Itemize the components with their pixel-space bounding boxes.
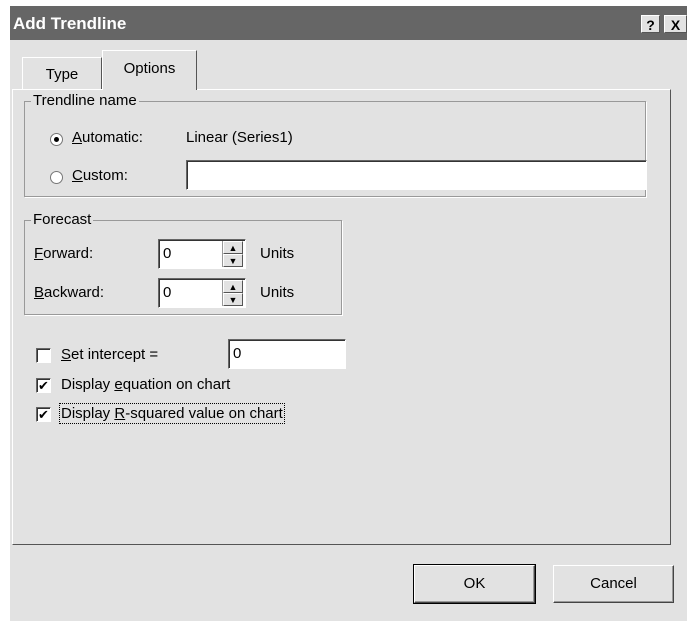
dialog-title: Add Trendline xyxy=(13,14,127,33)
trendline-name-legend: Trendline name xyxy=(31,92,139,109)
backward-units-label: Units xyxy=(260,284,295,301)
display-r-squared-label[interactable]: Display R-squared value on chart xyxy=(59,403,285,424)
automatic-name-value: Linear (Series1) xyxy=(186,129,293,146)
tab-type[interactable]: Type xyxy=(22,57,102,89)
automatic-label[interactable]: Automatic: xyxy=(72,129,143,146)
cancel-button[interactable]: Cancel xyxy=(553,565,674,603)
display-r-squared-checkbox[interactable]: ✔ xyxy=(36,407,51,422)
backward-label: Backward: xyxy=(34,284,105,301)
set-intercept-checkbox[interactable] xyxy=(36,348,51,363)
spin-up-icon[interactable]: ▲ xyxy=(223,280,243,293)
set-intercept-label[interactable]: Set intercept = xyxy=(61,346,158,363)
title-bar[interactable]: Add Trendline ? X xyxy=(10,6,687,40)
forecast-legend: Forecast xyxy=(31,211,94,228)
intercept-input[interactable]: 0 xyxy=(228,339,346,369)
custom-label[interactable]: Custom: xyxy=(72,167,128,184)
custom-name-input[interactable] xyxy=(186,160,647,190)
spin-up-icon[interactable]: ▲ xyxy=(223,241,243,254)
spin-down-icon[interactable]: ▼ xyxy=(223,254,243,267)
forward-label: Forward: xyxy=(34,245,94,262)
custom-radio[interactable] xyxy=(50,171,63,184)
automatic-radio[interactable] xyxy=(50,133,63,146)
spin-down-icon[interactable]: ▼ xyxy=(223,293,243,306)
help-button[interactable]: ? xyxy=(641,15,660,33)
backward-spinner[interactable]: ▲ ▼ xyxy=(222,280,243,306)
display-equation-checkbox[interactable]: ✔ xyxy=(36,378,51,393)
ok-button[interactable]: OK xyxy=(413,564,536,604)
close-button[interactable]: X xyxy=(664,15,687,33)
forward-spinner[interactable]: ▲ ▼ xyxy=(222,241,243,267)
display-equation-label[interactable]: Display equation on chart xyxy=(61,376,230,393)
forward-units-label: Units xyxy=(260,245,295,262)
tab-options[interactable]: Options xyxy=(102,50,197,90)
